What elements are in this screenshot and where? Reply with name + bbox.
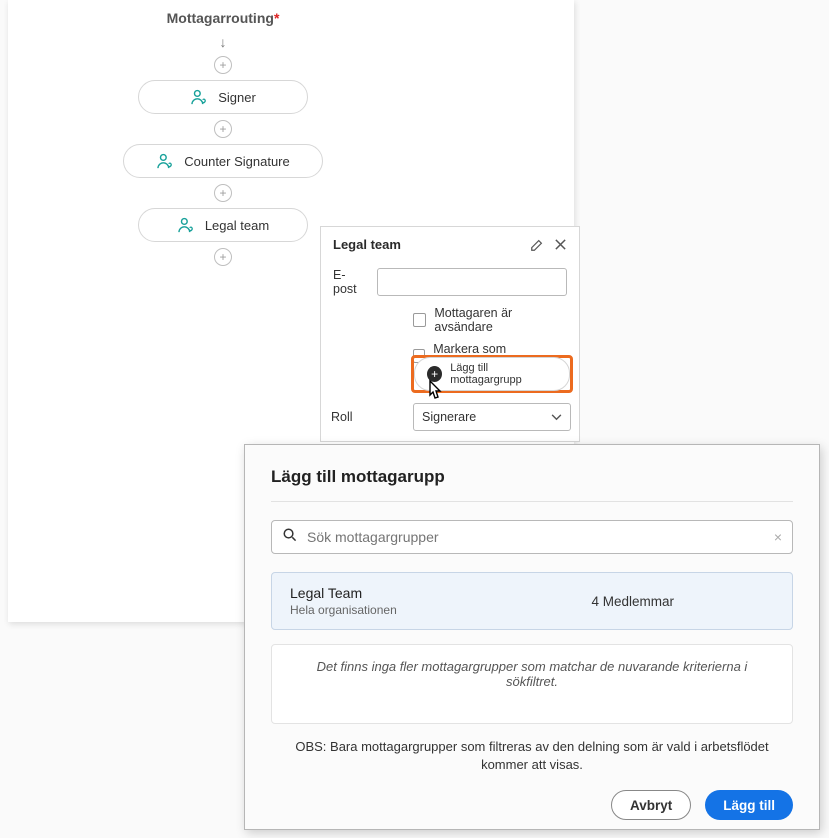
checkbox-sender-label: Mottagaren är avsändare — [434, 306, 567, 334]
routing-node-counter[interactable]: Counter Signature — [123, 144, 323, 178]
modal-footer: Avbryt Lägg till — [271, 790, 793, 820]
add-recipient-group-button[interactable]: + Lägg till mottagargrupp — [414, 357, 570, 391]
routing-node-label: Counter Signature — [184, 154, 290, 169]
routing-node-signer[interactable]: Signer — [138, 80, 308, 114]
email-field[interactable] — [377, 268, 567, 296]
modal-note: OBS: Bara mottagargrupper som filtreras … — [271, 738, 793, 774]
add-node-button[interactable]: + — [214, 184, 232, 202]
role-select[interactable]: Signerare — [413, 403, 571, 431]
add-node-button[interactable]: + — [214, 248, 232, 266]
add-recipient-group-modal: Lägg till mottagarupp × Legal Team Hela … — [244, 444, 820, 830]
signer-icon — [190, 89, 208, 105]
close-icon[interactable] — [554, 238, 567, 251]
edit-icon[interactable] — [530, 238, 544, 252]
checkbox-icon[interactable] — [413, 313, 426, 327]
detail-title: Legal team — [333, 237, 401, 252]
highlight-add-group: + Lägg till mottagargrupp — [411, 355, 573, 393]
routing-node-label: Legal team — [205, 218, 269, 233]
signer-icon — [177, 217, 195, 233]
add-node-button[interactable]: + — [214, 56, 232, 74]
role-value: Signerare — [422, 410, 476, 424]
routing-title: Mottagarrouting* — [8, 10, 438, 26]
search-icon — [282, 527, 297, 547]
routing-title-text: Mottagarrouting — [167, 10, 274, 26]
email-label: E-post — [333, 268, 365, 296]
result-name: Legal Team — [290, 585, 397, 601]
routing-node-legal[interactable]: Legal team — [138, 208, 308, 242]
confirm-button[interactable]: Lägg till — [705, 790, 793, 820]
modal-title: Lägg till mottagarupp — [271, 467, 793, 502]
cancel-label: Avbryt — [630, 798, 672, 813]
checkbox-sender-row[interactable]: Mottagaren är avsändare — [413, 306, 567, 334]
email-row: E-post — [333, 268, 567, 296]
result-members: 4 Medlemmar — [591, 594, 674, 609]
search-input[interactable] — [307, 529, 764, 545]
chevron-down-icon — [551, 410, 562, 424]
search-wrap[interactable]: × — [271, 520, 793, 554]
group-result-item[interactable]: Legal Team Hela organisationen 4 Medlemm… — [271, 572, 793, 630]
recipient-detail-panel: Legal team E-post Mottagaren är avsändar… — [320, 226, 580, 442]
empty-results-message: Det finns inga fler mottagargrupper som … — [271, 644, 793, 724]
clear-search-icon[interactable]: × — [774, 529, 782, 545]
required-asterisk: * — [274, 10, 279, 26]
role-label: Roll — [331, 410, 399, 424]
result-scope: Hela organisationen — [290, 603, 397, 617]
arrow-down-icon: ↓ — [220, 34, 227, 50]
cancel-button[interactable]: Avbryt — [611, 790, 691, 820]
add-node-button[interactable]: + — [214, 120, 232, 138]
confirm-label: Lägg till — [723, 798, 775, 813]
routing-node-label: Signer — [218, 90, 256, 105]
signer-icon — [156, 153, 174, 169]
add-group-label: Lägg till mottagargrupp — [450, 362, 557, 386]
plus-circle-icon: + — [427, 366, 442, 382]
